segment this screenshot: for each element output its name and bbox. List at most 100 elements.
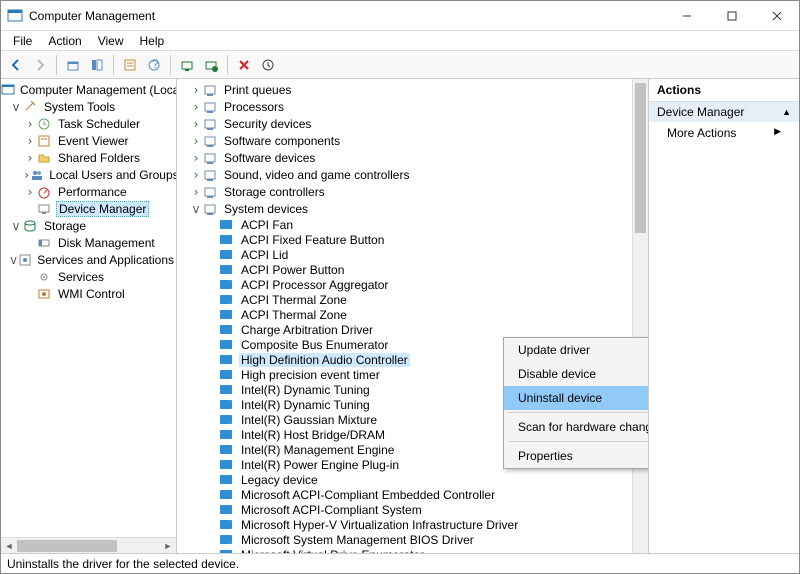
device-icon [219,233,235,247]
menu-separator [508,412,649,413]
tree-root[interactable]: Computer Management (Local [18,83,177,97]
tree-wmi[interactable]: WMI Control [56,287,127,301]
device-icon [219,383,235,397]
device-item[interactable]: Intel(R) Power Engine Plug-in [239,458,401,472]
device-item[interactable]: ACPI Fan [239,218,295,232]
expand-icon[interactable]: › [23,185,37,199]
mmc-icon [1,83,15,97]
actions-more[interactable]: More Actions ▶ [649,122,799,144]
device-item[interactable]: Microsoft Hyper-V Virtualization Infrast… [239,518,520,532]
device-category[interactable]: Processors [222,100,286,114]
maximize-button[interactable] [709,1,754,30]
close-button[interactable] [754,1,799,30]
menu-action[interactable]: Action [40,32,89,50]
expand-icon[interactable]: › [23,117,37,131]
expand-icon[interactable]: v [189,202,203,216]
menu-separator [508,441,649,442]
device-item[interactable]: ACPI Power Button [239,263,346,277]
tree-local-users[interactable]: Local Users and Groups [47,168,177,182]
device-item[interactable]: High Definition Audio Controller [239,353,410,367]
properties-icon[interactable] [119,54,141,76]
device-category[interactable]: Software components [222,134,342,148]
up-button[interactable] [62,54,84,76]
expand-icon[interactable]: › [23,168,30,182]
tree-performance[interactable]: Performance [56,185,129,199]
expand-icon[interactable]: › [189,151,203,165]
tree-shared-folders[interactable]: Shared Folders [56,151,142,165]
device-item[interactable]: ACPI Lid [239,248,290,262]
device-item[interactable]: Intel(R) Host Bridge/DRAM [239,428,387,442]
show-hide-button[interactable] [86,54,108,76]
device-item[interactable]: Microsoft System Management BIOS Driver [239,533,476,547]
expand-icon[interactable]: › [189,117,203,131]
expand-icon[interactable]: v [9,253,18,267]
tree-task-scheduler[interactable]: Task Scheduler [56,117,142,131]
expand-icon[interactable]: › [189,134,203,148]
device-item[interactable]: Intel(R) Dynamic Tuning [239,398,372,412]
add-hardware-icon[interactable] [200,54,222,76]
category-icon [203,202,219,216]
uninstall-icon[interactable] [233,54,255,76]
device-icon [219,308,235,322]
device-category-system[interactable]: System devices [222,202,310,216]
vertical-scrollbar[interactable] [632,79,648,553]
minimize-button[interactable] [664,1,709,30]
device-item[interactable]: ACPI Processor Aggregator [239,278,390,292]
tree-disk-management[interactable]: Disk Management [56,236,157,250]
horizontal-scrollbar[interactable]: ◄► [1,537,176,553]
menu-scan-hardware[interactable]: Scan for hardware changes [504,415,649,439]
device-item[interactable]: ACPI Thermal Zone [239,293,349,307]
menu-help[interactable]: Help [132,32,173,50]
tree-device-manager[interactable]: Device Manager [56,201,149,217]
tree-system-tools[interactable]: System Tools [42,100,117,114]
expand-icon[interactable]: › [23,134,37,148]
tree-services[interactable]: Services [56,270,106,284]
actions-pane: Actions Device Manager ▲ More Actions ▶ [649,79,799,553]
menu-update-driver[interactable]: Update driver [504,338,649,362]
device-category[interactable]: Software devices [222,151,317,165]
tree-services-apps[interactable]: Services and Applications [35,253,176,267]
device-item[interactable]: Intel(R) Gaussian Mixture [239,413,379,427]
device-icon [219,413,235,427]
forward-button[interactable] [29,54,51,76]
device-category[interactable]: Sound, video and game controllers [222,168,411,182]
device-item[interactable]: Microsoft ACPI-Compliant System [239,503,424,517]
menu-properties[interactable]: Properties [504,444,649,468]
device-item[interactable]: Microsoft ACPI-Compliant Embedded Contro… [239,488,497,502]
expand-icon[interactable]: v [9,100,23,114]
device-item[interactable]: ACPI Thermal Zone [239,308,349,322]
menu-file[interactable]: File [5,32,40,50]
device-category[interactable]: Storage controllers [222,185,327,199]
help-icon[interactable]: ? [143,54,165,76]
device-item[interactable]: Composite Bus Enumerator [239,338,390,352]
tree-event-viewer[interactable]: Event Viewer [56,134,130,148]
device-icon [219,248,235,262]
expand-icon[interactable]: › [189,100,203,114]
device-category[interactable]: Print queues [222,83,293,97]
event-icon [37,134,53,148]
device-item[interactable]: Intel(R) Dynamic Tuning [239,383,372,397]
menu-view[interactable]: View [90,32,132,50]
expand-icon[interactable]: › [189,185,203,199]
device-category[interactable]: Security devices [222,117,313,131]
actions-group[interactable]: Device Manager ▲ [649,102,799,122]
expand-icon[interactable]: › [189,83,203,97]
device-item[interactable]: ACPI Fixed Feature Button [239,233,386,247]
device-item[interactable]: Charge Arbitration Driver [239,323,375,337]
expand-icon[interactable]: › [189,168,203,182]
toolbar: ? [1,51,799,79]
wmi-icon [37,287,53,301]
device-item[interactable]: High precision event timer [239,368,382,382]
expand-icon[interactable]: › [23,151,37,165]
tree-storage[interactable]: Storage [42,219,88,233]
device-item[interactable]: Microsoft Virtual Drive Enumerator [239,548,426,554]
scan-icon[interactable] [176,54,198,76]
back-button[interactable] [5,54,27,76]
menu-uninstall-device[interactable]: Uninstall device [504,386,649,410]
device-item[interactable]: Intel(R) Management Engine [239,443,396,457]
device-item[interactable]: Legacy device [239,473,320,487]
update-icon[interactable] [257,54,279,76]
device-icon [219,398,235,412]
menu-disable-device[interactable]: Disable device [504,362,649,386]
expand-icon[interactable]: v [9,219,23,233]
